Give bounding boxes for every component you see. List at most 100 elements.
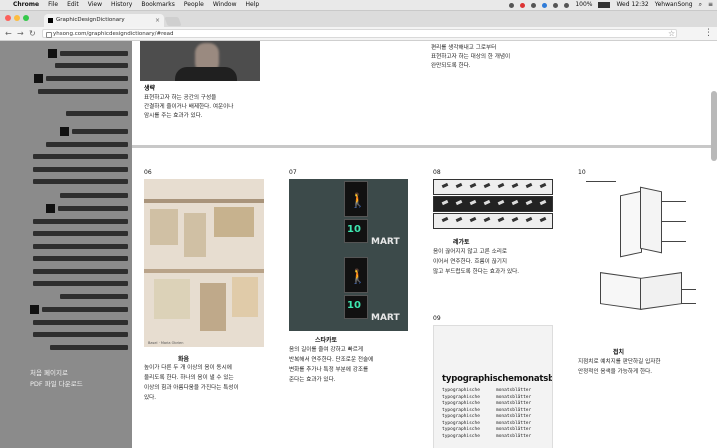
page-viewport: 처음 페이지로 PDF 파일 다운로드 생략 표현하고자 하는 공간의 구성을 … — [0, 41, 717, 448]
entry-image-bird-sequence — [433, 179, 553, 195]
status-icon[interactable] — [509, 2, 515, 8]
previous-entries-strip: 생략 표현하고자 하는 공간의 구성을 간결하게 줄이거나 배제한다. 여운이나… — [132, 41, 717, 145]
volume-icon[interactable] — [564, 2, 570, 8]
zoom-window-button[interactable] — [23, 15, 29, 21]
entry-photo — [140, 41, 260, 81]
signal-digits: 10 — [347, 224, 361, 235]
reload-icon[interactable]: ↻ — [29, 28, 36, 39]
address-toolbar: ← → ↻ yhsong.com/graphicdesigndictionary… — [0, 27, 717, 41]
sidebar-text-line — [60, 193, 128, 198]
menu-help[interactable]: Help — [246, 0, 260, 10]
entry-title: 화음 — [178, 356, 190, 363]
sidebar-text-line — [55, 63, 128, 68]
sidebar-text-line — [33, 179, 128, 184]
entry-title: 스타카토 — [315, 337, 338, 344]
sign-text: MART — [371, 313, 400, 323]
entry-text-line: 지점치로 예치지를 판단하길 입자한 — [578, 359, 661, 365]
bookmark-star-icon[interactable]: ☆ — [668, 28, 675, 39]
sidebar-text-line — [46, 142, 128, 147]
entry-text-line: 이어서 연주한다. 흐름이 끊기지 — [433, 259, 508, 265]
sidebar-text-line — [33, 244, 128, 249]
minimize-window-button[interactable] — [14, 15, 20, 21]
sidebar-text-line — [66, 111, 128, 116]
sidebar-text-line — [33, 231, 128, 236]
sidebar-link-pdf-download[interactable]: PDF 파일 다운로드 — [30, 378, 83, 388]
sidebar-text-line — [33, 154, 128, 159]
entry-text-line: 않고 부드럽도록 한다는 효과가 있다. — [433, 269, 520, 275]
battery-icon[interactable] — [598, 2, 611, 8]
entry-number: 09 — [433, 315, 441, 322]
close-window-button[interactable] — [5, 15, 11, 21]
menu-edit[interactable]: Edit — [67, 0, 79, 10]
menu-bookmarks[interactable]: Bookmarks — [141, 0, 175, 10]
menu-people[interactable]: People — [184, 0, 204, 10]
poster-column: monatsblätter monatsblätter monatsblätter m… — [496, 388, 532, 439]
entry-text-line: 간결하게 줄이거나 배제한다. 여운이나 — [144, 104, 234, 110]
image-caption: Basel · Maria Obrien — [148, 341, 184, 345]
entry-number: 10 — [578, 169, 586, 176]
dictionary-panel: 생략 표현하고자 하는 공간의 구성을 간결하게 줄이거나 배제한다. 여운이나… — [132, 41, 717, 448]
entry-text-line: 안정적인 음색을 가능하게 한다. — [578, 369, 653, 375]
close-tab-icon[interactable]: × — [155, 14, 160, 27]
status-icon[interactable] — [520, 2, 526, 8]
url-text: yhsong.com/graphicdesigndictionary/#read — [53, 31, 174, 37]
entry-image-bookstore: Basel · Maria Obrien — [144, 179, 264, 347]
sidebar-link-home[interactable]: 처음 페이지로 — [30, 367, 68, 377]
entry-title: 접치 — [613, 349, 625, 356]
sidebar-text-line — [60, 294, 128, 299]
menu-file[interactable]: File — [48, 0, 58, 10]
menu-history[interactable]: History — [111, 0, 132, 10]
macos-menu-bar: Chrome File Edit View History Bookmarks … — [0, 0, 717, 11]
window-controls — [5, 15, 29, 21]
status-icon[interactable] — [542, 2, 548, 8]
sidebar-marker — [30, 305, 39, 314]
sidebar-marker — [46, 204, 55, 213]
scrollbar-thumb[interactable] — [711, 91, 717, 161]
section-divider — [132, 145, 717, 148]
sidebar-text-line — [38, 89, 128, 94]
sidebar-text-line — [33, 269, 128, 274]
back-arrow-icon[interactable]: ← — [5, 28, 12, 39]
page-info-icon[interactable] — [46, 32, 52, 38]
chrome-menu-icon[interactable]: ⋮ — [704, 27, 713, 39]
entry-text-line: 울리도록 한다. 하나의 음이 낼 수 있는 — [144, 375, 234, 381]
sidebar-text-line — [42, 307, 128, 312]
tab-title: GraphicDesignDictionary — [56, 17, 125, 23]
sidebar-text-line — [72, 129, 128, 134]
url-field[interactable]: yhsong.com/graphicdesigndictionary/#read — [42, 29, 677, 38]
signal-digits: 10 — [347, 300, 361, 311]
entry-number: 07 — [289, 169, 297, 176]
sidebar-marker — [60, 127, 69, 136]
sidebar-text-line — [46, 76, 128, 81]
entry-number: 06 — [144, 169, 152, 176]
poster-column: typographische typographische typographisc… — [442, 388, 480, 439]
search-icon[interactable]: ⌕ — [699, 0, 702, 10]
browser-tab[interactable]: GraphicDesignDictionary × — [44, 14, 164, 27]
wifi-icon[interactable] — [553, 2, 559, 8]
entry-title: 레가토 — [453, 239, 470, 246]
sidebar-text-line — [33, 332, 128, 337]
user-name[interactable]: YehwanSong — [655, 0, 693, 10]
menu-list-icon[interactable]: ≡ — [708, 0, 713, 10]
entry-image-crosswalk-signal: 🚶 10 MART 🚶 10 MART — [289, 179, 408, 331]
clock[interactable]: Wed 12:32 — [616, 0, 648, 10]
poster-title: typographischemonatsblätter — [442, 374, 552, 384]
entry-text-line: 음의 길이를 줄여 강하고 빠르게 — [289, 347, 364, 353]
entry-text-line: 편리를 생각해내고 그로부터 — [431, 45, 497, 51]
forward-arrow-icon[interactable]: → — [17, 28, 24, 39]
menu-window[interactable]: Window — [213, 0, 237, 10]
entry-text-line: 음이 끊어지지 않고 고른 소리로 — [433, 249, 508, 255]
entry-text-line: 변화를 추가나 특정 부분에 강조를 — [289, 367, 369, 373]
status-icon[interactable] — [531, 2, 537, 8]
entry-image-poster: typographischemonatsblätter typographisc… — [433, 325, 553, 448]
sidebar-text-line — [33, 167, 128, 172]
sign-text: MART — [371, 237, 400, 247]
entry-text-line: 높이가 다른 두 개 이상의 음이 동시에 — [144, 365, 232, 371]
sidebar-text-line — [50, 345, 128, 350]
entry-text-line: 표현하고자 하는 공간의 구성을 — [144, 95, 217, 101]
menu-app-chrome[interactable]: Chrome — [13, 0, 39, 10]
new-tab-button[interactable] — [164, 17, 182, 26]
sidebar-text-line — [33, 219, 128, 224]
menu-view[interactable]: View — [88, 0, 102, 10]
favicon-icon — [48, 18, 53, 23]
